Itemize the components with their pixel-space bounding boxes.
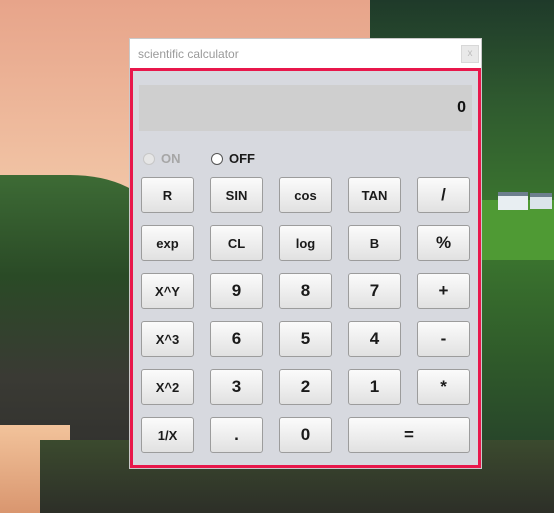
calculator-window: scientific calculator x 0 ON OFF R SIN c… — [130, 39, 481, 468]
power-on-label: ON — [161, 151, 181, 166]
exp-button[interactable]: exp — [141, 225, 194, 261]
digit-6-button[interactable]: 6 — [210, 321, 263, 357]
display-value: 0 — [457, 99, 466, 116]
digit-7-button[interactable]: 7 — [348, 273, 401, 309]
title-bar[interactable]: scientific calculator x — [130, 39, 481, 68]
power-off-label: OFF — [229, 151, 255, 166]
x-square-button[interactable]: X^2 — [141, 369, 194, 405]
divide-button[interactable]: / — [417, 177, 470, 213]
radio-circle-icon — [143, 152, 155, 165]
minus-button[interactable]: - — [417, 321, 470, 357]
r-button[interactable]: R — [141, 177, 194, 213]
wallpaper-house — [530, 193, 552, 209]
radio-circle-icon — [211, 152, 223, 165]
reciprocal-button[interactable]: 1/X — [141, 417, 194, 453]
b-button[interactable]: B — [348, 225, 401, 261]
digit-2-button[interactable]: 2 — [279, 369, 332, 405]
digit-3-button[interactable]: 3 — [210, 369, 263, 405]
decimal-point-button[interactable]: . — [210, 417, 263, 453]
window-title: scientific calculator — [138, 47, 239, 61]
digit-0-button[interactable]: 0 — [279, 417, 332, 453]
digit-8-button[interactable]: 8 — [279, 273, 332, 309]
result-display: 0 — [139, 85, 472, 131]
digit-4-button[interactable]: 4 — [348, 321, 401, 357]
power-on-radio[interactable]: ON — [143, 151, 181, 166]
multiply-button[interactable]: * — [417, 369, 470, 405]
digit-1-button[interactable]: 1 — [348, 369, 401, 405]
calculator-body: 0 ON OFF R SIN cos TAN / exp CL log B % … — [130, 68, 481, 468]
cos-button[interactable]: cos — [279, 177, 332, 213]
tan-button[interactable]: TAN — [348, 177, 401, 213]
close-button[interactable]: x — [461, 45, 479, 63]
digit-9-button[interactable]: 9 — [210, 273, 263, 309]
power-off-radio[interactable]: OFF — [211, 151, 255, 166]
plus-button[interactable]: + — [417, 273, 470, 309]
digit-5-button[interactable]: 5 — [279, 321, 332, 357]
clear-button[interactable]: CL — [210, 225, 263, 261]
equals-button[interactable]: = — [348, 417, 470, 453]
log-button[interactable]: log — [279, 225, 332, 261]
x-cube-button[interactable]: X^3 — [141, 321, 194, 357]
sin-button[interactable]: SIN — [210, 177, 263, 213]
x-pow-y-button[interactable]: X^Y — [141, 273, 194, 309]
wallpaper-house — [498, 192, 528, 210]
percent-button[interactable]: % — [417, 225, 470, 261]
